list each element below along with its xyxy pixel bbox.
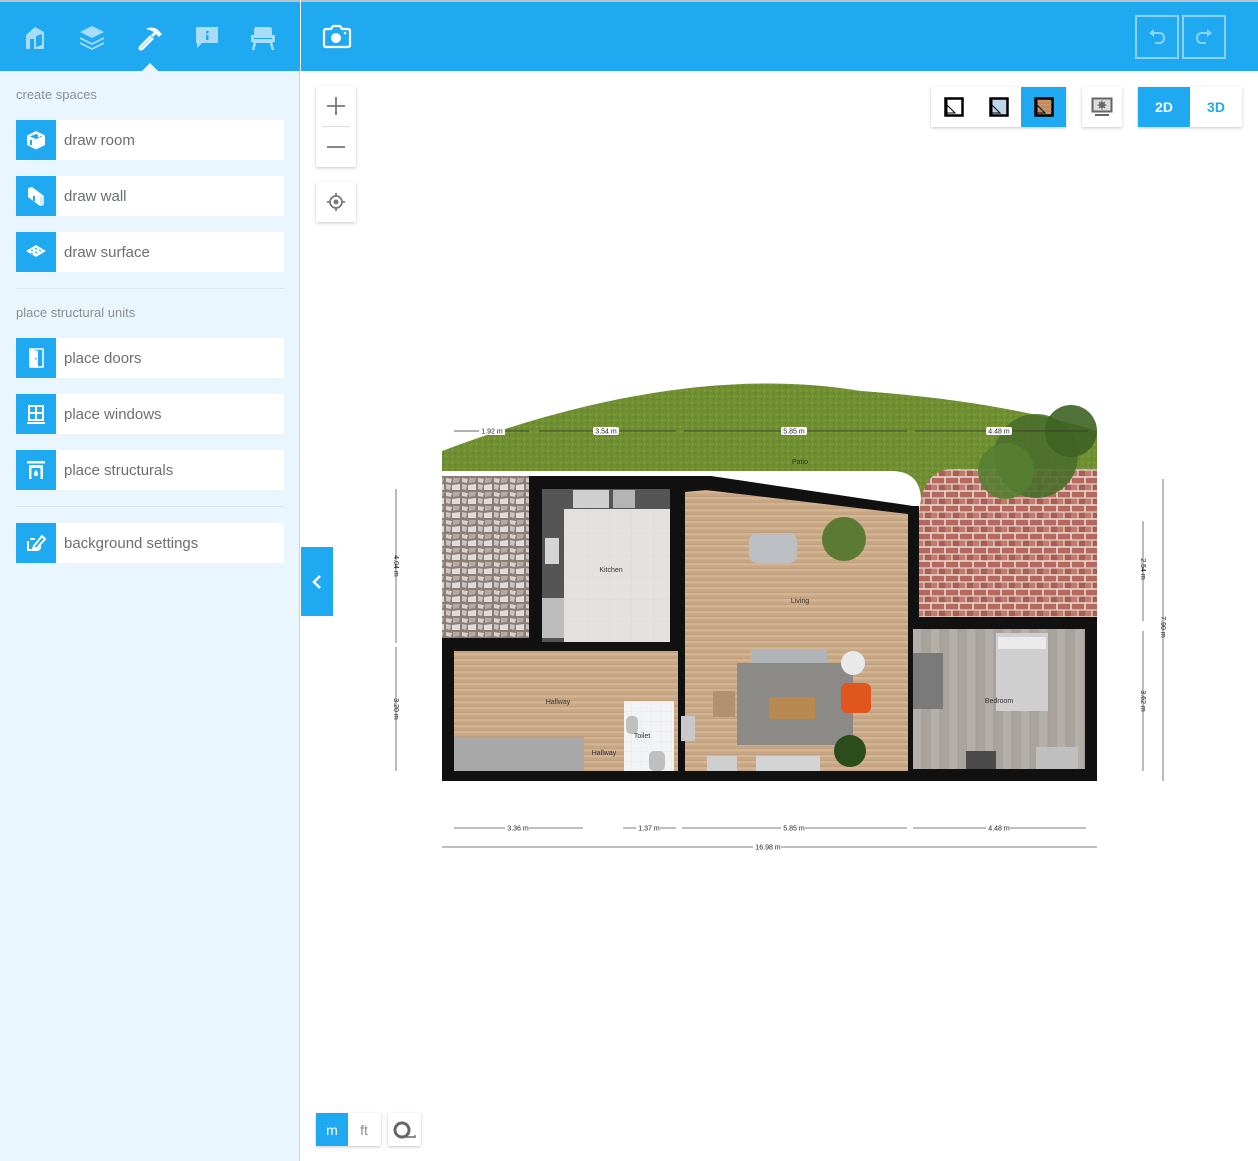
room-label-living: Living <box>791 598 809 605</box>
unit-meters-button[interactable]: m <box>316 1113 348 1146</box>
dim-right-1: 3.62 m <box>1139 690 1146 712</box>
dim-top-3: 4.48 m <box>988 429 1010 436</box>
draw-room-label: draw room <box>64 131 135 149</box>
unit-toggle-group: m ft <box>316 1113 381 1146</box>
textured-view-icon <box>1033 97 1054 117</box>
crosshair-icon <box>327 193 345 211</box>
view-mode-outline[interactable] <box>931 87 976 127</box>
fireplace-icon <box>27 461 45 479</box>
mode-2d-button[interactable]: 2D <box>1138 87 1190 127</box>
undo-button[interactable] <box>1135 15 1179 59</box>
room-label-toilet: Toilet <box>634 733 650 740</box>
app: create spaces draw room draw wall draw s… <box>0 0 1258 1161</box>
stone-paving <box>442 476 529 638</box>
room-label-kitchen: Kitchen <box>599 567 622 574</box>
mode-3d-button[interactable]: 3D <box>1190 87 1242 127</box>
place-doors-button[interactable]: place doors <box>16 338 284 378</box>
section-divider <box>16 288 284 289</box>
camera-icon <box>322 24 352 49</box>
tab-layers[interactable] <box>72 18 112 58</box>
main-toolbar <box>301 0 1258 71</box>
dim-right-total: 7.90 m <box>1159 616 1166 638</box>
house-icon <box>26 27 44 49</box>
wall-icon <box>28 187 44 206</box>
tape-measure-icon <box>393 1121 416 1138</box>
unit-feet-button[interactable]: ft <box>348 1113 380 1146</box>
redo-button[interactable] <box>1182 15 1226 59</box>
room-label-patio: Patio <box>792 459 808 466</box>
monitor-gear-icon <box>1091 97 1113 116</box>
surface-tiles-icon <box>26 245 46 257</box>
colored-view-icon <box>988 97 1009 117</box>
draw-wall-button[interactable]: draw wall <box>16 176 284 216</box>
sidebar: create spaces draw room draw wall draw s… <box>0 0 300 1161</box>
minus-icon <box>327 146 345 148</box>
dim-bottom-2: 5.85 m <box>783 826 805 833</box>
zoom-controls <box>316 86 356 167</box>
outline-view-icon <box>943 97 964 117</box>
redo-icon <box>1195 29 1212 44</box>
dim-bottom-0: 3.36 m <box>507 826 529 833</box>
place-structurals-label: place structurals <box>64 461 174 479</box>
dim-bottom-3: 4.48 m <box>988 826 1010 833</box>
place-windows-button[interactable]: place windows <box>16 394 284 434</box>
hammer-icon <box>138 27 162 51</box>
dim-bottom-total: 16.98 m <box>755 845 780 852</box>
section-label-structural-units: place structural units <box>16 305 136 320</box>
place-structurals-button[interactable]: place structurals <box>16 450 284 490</box>
draw-surface-button[interactable]: draw surface <box>16 232 284 272</box>
background-settings-label: background settings <box>64 534 199 552</box>
dimension-mode-group: 2D 3D <box>1138 87 1242 127</box>
sidebar-tab-bar <box>0 0 300 73</box>
room-label-hallway: Hallway <box>546 699 571 706</box>
tab-build[interactable] <box>130 18 170 58</box>
section-label-create-spaces: create spaces <box>16 87 97 102</box>
room-cube-icon <box>27 131 45 150</box>
undo-icon <box>1149 29 1166 44</box>
chevron-left-icon <box>312 574 321 589</box>
draw-room-button[interactable]: draw room <box>16 120 284 160</box>
layers-icon <box>80 26 104 50</box>
dim-top-0: 1.92 m <box>481 429 503 436</box>
view-mode-colored[interactable] <box>976 87 1021 127</box>
draw-wall-label: draw wall <box>64 187 127 205</box>
view-mode-textured[interactable] <box>1021 87 1066 127</box>
section-divider <box>16 506 284 507</box>
center-view-button[interactable] <box>316 182 356 222</box>
floorplan: Patio Kitchen Living Hallway Hallway Toi… <box>392 383 1166 852</box>
dim-top-1: 3.54 m <box>595 429 617 436</box>
background-edit-icon <box>27 534 47 551</box>
place-doors-label: place doors <box>64 349 142 367</box>
measure-tool-button[interactable] <box>388 1113 421 1146</box>
screenshot-button[interactable] <box>321 22 353 52</box>
dim-left-0: 4.04 m <box>392 555 399 577</box>
room-label-hallway-small: Hallway <box>592 750 617 757</box>
floorplan-canvas[interactable]: Patio Kitchen Living Hallway Hallway Toi… <box>301 71 1258 1161</box>
plus-icon <box>327 97 345 115</box>
place-windows-label: place windows <box>64 405 162 423</box>
dim-bottom-1: 1.37 m <box>638 826 660 833</box>
dim-right-0: 2.54 m <box>1139 558 1146 580</box>
dim-top-2: 5.85 m <box>783 429 805 436</box>
tab-furniture[interactable] <box>243 18 283 58</box>
active-tab-indicator <box>140 63 160 73</box>
tab-house[interactable] <box>17 18 57 58</box>
door-icon <box>29 348 44 368</box>
draw-surface-label: draw surface <box>64 243 150 261</box>
info-bubble-icon <box>196 27 218 48</box>
tab-info[interactable] <box>187 18 227 58</box>
dim-left-1: 3.20 m <box>392 698 399 720</box>
view-mode-group <box>931 87 1066 127</box>
zoom-out-button[interactable] <box>316 127 356 167</box>
chair-icon <box>251 27 275 51</box>
background-settings-button[interactable]: background settings <box>16 523 284 563</box>
window-icon <box>27 405 45 424</box>
zoom-in-button[interactable] <box>316 86 356 126</box>
display-settings-button[interactable] <box>1082 87 1122 127</box>
collapse-sidebar-button[interactable] <box>301 547 333 616</box>
room-label-bedroom: Bedroom <box>985 698 1014 705</box>
